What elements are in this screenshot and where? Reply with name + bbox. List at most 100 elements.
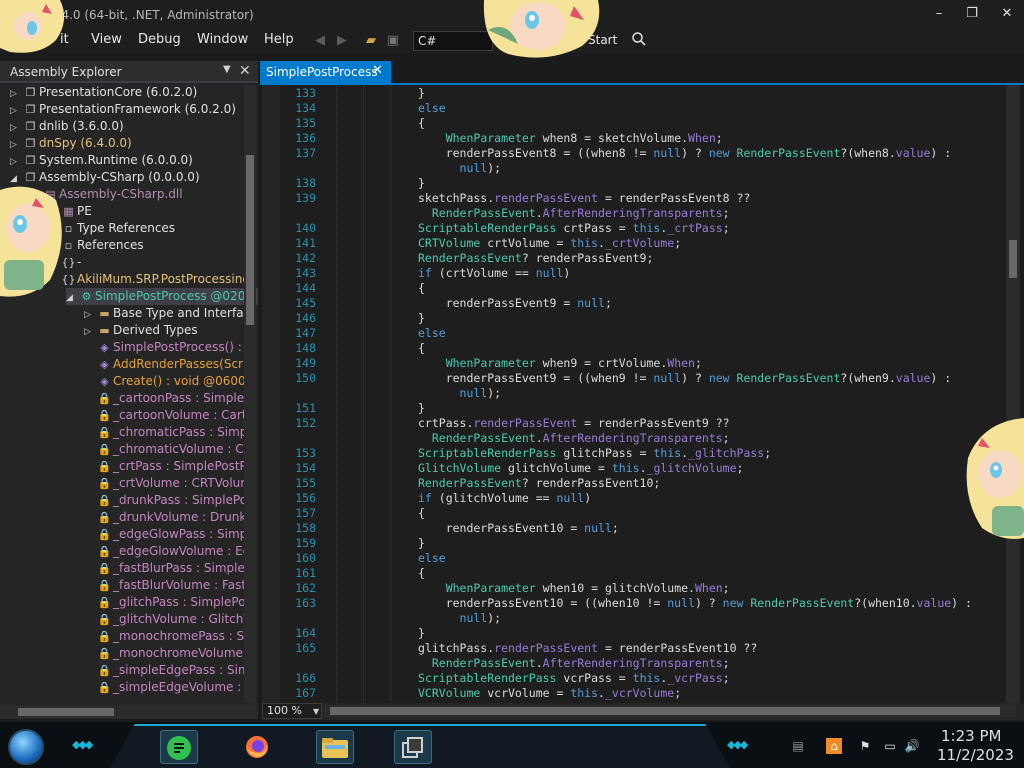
code-line[interactable]: null); <box>280 385 1006 401</box>
tree-item[interactable]: ▷ ❐ System.Runtime (6.0.0.0) <box>10 152 258 169</box>
code-line[interactable]: 157 { <box>280 505 1006 521</box>
dnspy-app-icon[interactable] <box>394 730 432 764</box>
firefox-icon[interactable] <box>238 730 276 764</box>
code-line[interactable]: 154 GlitchVolume glitchVolume = this._gli… <box>280 460 1006 476</box>
notes-app-icon[interactable] <box>160 730 198 764</box>
assembly-tree[interactable]: ▷ ❐ PresentationCore (6.0.2.0) ▷ ❐ Presentati… <box>0 83 258 705</box>
code-line[interactable]: 153 ScriptableRenderPass glitchPass = thi… <box>280 445 1006 461</box>
forward-icon[interactable]: ▶ <box>333 32 351 50</box>
code-line[interactable]: 155 RenderPassEvent? renderPassEvent10; <box>280 475 1006 491</box>
code-line[interactable]: 141 CRTVolume crtVolume = this._crtVolume… <box>280 235 1006 251</box>
scroll-thumb[interactable] <box>330 707 1000 715</box>
tree-item[interactable]: 🔒 _drunkPass : SimplePo <box>84 492 258 509</box>
chevron-down-icon[interactable]: ▼ <box>313 705 319 719</box>
scroll-thumb[interactable] <box>18 708 114 716</box>
code-line[interactable]: 160 else <box>280 550 1006 566</box>
tree-vertical-scrollbar[interactable] <box>244 85 256 703</box>
code-line[interactable]: 152 crtPass.renderPassEvent = renderPassE… <box>280 415 1006 431</box>
code-line[interactable]: RenderPassEvent.AfterRenderingTransparen… <box>280 655 1006 671</box>
code-line[interactable]: 134 else <box>280 100 1006 116</box>
tree-item[interactable]: ◈ AddRenderPasses(Scrip <box>84 356 258 373</box>
code-line[interactable]: 150 renderPassEvent9 = ((when9 != null) … <box>280 370 1006 386</box>
code-line[interactable]: 133} <box>280 85 1006 101</box>
open-folder-icon[interactable]: ▰ <box>362 32 380 50</box>
editor-horizontal-scrollbar[interactable] <box>324 705 1016 717</box>
code-line[interactable]: 139 sketchPass.renderPassEvent = renderPa… <box>280 190 1006 206</box>
close-tab-icon[interactable]: ✕ <box>372 63 383 78</box>
close-window-button[interactable]: ✕ <box>990 3 1024 25</box>
menu-help[interactable]: Help <box>264 32 294 47</box>
panel-menu-icon[interactable]: ▼ <box>223 64 231 75</box>
code-line[interactable]: 149 WhenParameter when9 = crtVolume.When… <box>280 355 1006 371</box>
tray-app-icon[interactable]: ⌂ <box>826 738 842 754</box>
code-line[interactable]: 167 VCRVolume vcrVolume = this._vcrVolume… <box>280 685 1006 701</box>
clock-time[interactable]: 1:23 PM <box>941 727 1001 745</box>
code-line[interactable]: 135 { <box>280 115 1006 131</box>
tree-item[interactable]: 🔒 _cartoonPass : SimpleP <box>84 390 258 407</box>
tree-item[interactable]: 🔒 _edgeGlowPass : Simp <box>84 526 258 543</box>
code-line[interactable]: 147 else <box>280 325 1006 341</box>
tree-item[interactable]: 🔒 _crtVolume : CRTVolur <box>84 475 258 492</box>
code-line[interactable]: 138} <box>280 175 1006 191</box>
tree-item[interactable]: ▷ ❐ dnlib (3.6.0.0) <box>10 118 258 135</box>
tree-item[interactable]: ▷▫Type References <box>48 220 258 237</box>
file-explorer-icon[interactable] <box>316 730 354 764</box>
tree-item[interactable]: 🔒 _cartoonVolume : Cart <box>84 407 258 424</box>
tree-item[interactable]: 🔒 _glitchPass : SimplePo <box>84 594 258 611</box>
tree-item[interactable]: 🔒 _monochromePass : Si <box>84 628 258 645</box>
code-line[interactable]: 165 glitchPass.renderPassEvent = renderPa… <box>280 640 1006 656</box>
scroll-thumb[interactable] <box>1009 240 1017 278</box>
tree-item[interactable]: 🔒 _crtPass : SimplePostP <box>84 458 258 475</box>
tree-item[interactable]: 🔒 _drunkVolume : Drunk <box>84 509 258 526</box>
code-line[interactable]: 161 { <box>280 565 1006 581</box>
search-icon[interactable] <box>631 31 649 49</box>
save-icon[interactable]: ▣ <box>384 32 402 50</box>
code-line[interactable]: 162 WhenParameter when10 = glitchVolume.… <box>280 580 1006 596</box>
tree-horizontal-scrollbar[interactable] <box>0 705 258 719</box>
close-panel-icon[interactable]: ✕ <box>239 63 251 79</box>
code-line[interactable]: 137 renderPassEvent8 = ((when8 != null) … <box>280 145 1006 161</box>
tree-item[interactable]: 🔒 _glitchVolume : GlitchV <box>84 611 258 628</box>
code-line[interactable]: 151} <box>280 400 1006 416</box>
scroll-thumb[interactable] <box>246 155 254 325</box>
code-line[interactable]: 164} <box>280 625 1006 641</box>
tree-item[interactable]: 🔒 _fastBlurVolume : Fastl <box>84 577 258 594</box>
tree-item[interactable]: 🔒 _simpleEdgeVolume : <box>84 679 258 696</box>
menu-window[interactable]: Window <box>197 32 248 47</box>
zoom-select[interactable]: 100 % ▼ <box>262 703 322 719</box>
code-line[interactable]: 142 RenderPassEvent? renderPassEvent9; <box>280 250 1006 266</box>
tree-item[interactable]: ◈ Create() : void @06000 <box>84 373 258 390</box>
maximize-button[interactable]: ❐ <box>955 3 989 25</box>
start-button[interactable] <box>8 729 44 765</box>
tree-item[interactable]: {} - <box>48 254 258 271</box>
code-line[interactable]: 146} <box>280 310 1006 326</box>
tree-item[interactable]: ◈ SimplePostProcess() : v <box>84 339 258 356</box>
tree-item[interactable]: ▷ ❐ PresentationFramework (6.0.2.0) <box>10 101 258 118</box>
volume-icon[interactable]: 🔊 <box>904 738 920 754</box>
code-line[interactable]: 143 if (crtVolume == null) <box>280 265 1006 281</box>
code-line[interactable]: RenderPassEvent.AfterRenderingTransparen… <box>280 205 1006 221</box>
code-line[interactable]: 144 { <box>280 280 1006 296</box>
code-line[interactable]: 145 renderPassEvent9 = null; <box>280 295 1006 311</box>
tree-item[interactable]: ▷▫References <box>48 237 258 254</box>
tree-item[interactable]: 🔒 _edgeGlowVolume : Ec <box>84 543 258 560</box>
code-line[interactable]: 156 if (glitchVolume == null) <box>280 490 1006 506</box>
code-line[interactable]: 163 renderPassEvent10 = ((when10 != null… <box>280 595 1006 611</box>
tree-item[interactable]: 🔒 _chromaticVolume : C <box>84 441 258 458</box>
code-line[interactable]: 148 { <box>280 340 1006 356</box>
power-icon[interactable]: ▭ <box>882 738 898 754</box>
tree-item[interactable]: ▷ ❐ PresentationCore (6.0.2.0) <box>10 84 258 101</box>
tree-item[interactable]: ▷ ▬ Derived Types <box>84 322 258 339</box>
tree-item[interactable]: 🔒 _fastBlurPass : SimpleF <box>84 560 258 577</box>
code-line[interactable]: 136 WhenParameter when8 = sketchVolume.W… <box>280 130 1006 146</box>
tree-item[interactable]: 🔒 _monochromeVolume <box>84 645 258 662</box>
code-line[interactable]: null); <box>280 610 1006 626</box>
tree-item[interactable]: ▷▦PE <box>48 203 258 220</box>
tab-simple-post-process[interactable]: SimplePostProcess ✕ <box>260 61 391 83</box>
tree-item[interactable]: {} AkiliMum.SRP.PostProcessing <box>48 271 258 288</box>
menu-view[interactable]: View <box>91 32 122 47</box>
code-line[interactable]: 166 ScriptableRenderPass vcrPass = this._… <box>280 670 1006 686</box>
back-icon[interactable]: ◀ <box>311 32 329 50</box>
flag-icon[interactable]: ⚑ <box>857 738 873 754</box>
tree-item[interactable]: 🔒 _chromaticPass : Simp <box>84 424 258 441</box>
